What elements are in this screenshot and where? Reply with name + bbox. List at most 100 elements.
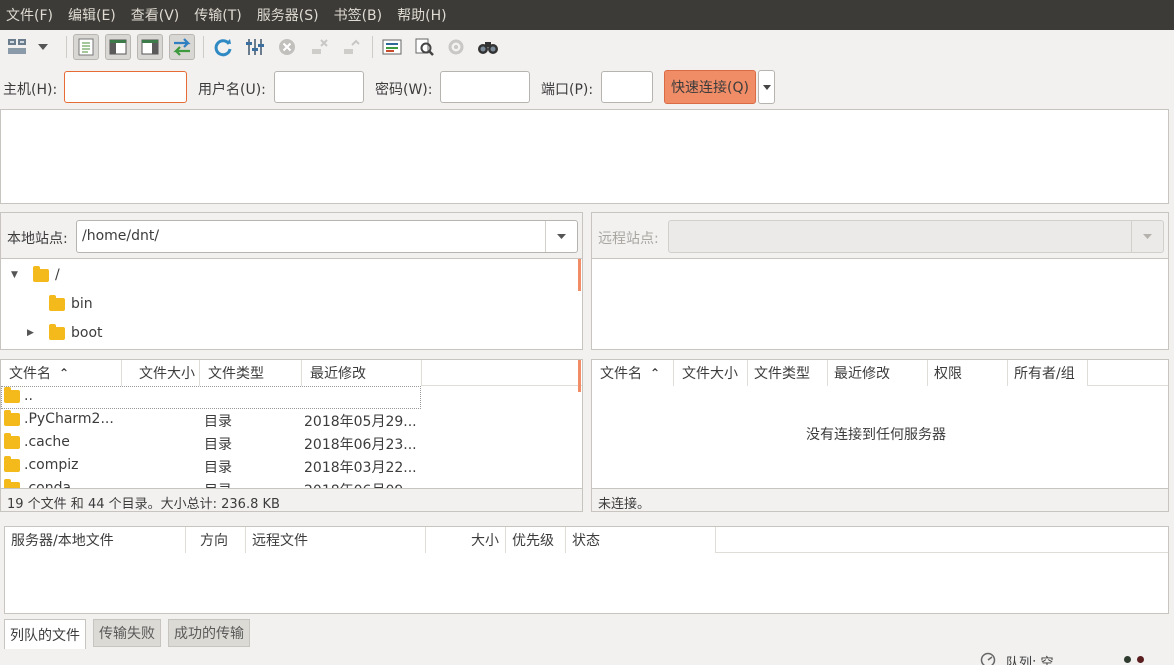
expander-icon[interactable]: ▼ [11, 270, 33, 280]
chevron-down-icon [762, 84, 771, 90]
column-header-filename[interactable]: 文件名 ⌃ [1, 360, 122, 386]
remote-status-bar: 未连接。 [591, 489, 1169, 512]
toolbar-separator [372, 36, 373, 58]
quickconnect-button[interactable]: 快速连接(Q) [664, 70, 756, 104]
local-tree[interactable]: ▼ / bin ▶ boot [0, 258, 583, 350]
remote-list-header: 文件名 ⌃ 文件大小 文件类型 最近修改 权限 所有者/组 [592, 360, 1168, 386]
menu-view[interactable]: 查看(V) [131, 5, 180, 25]
remote-tree[interactable] [591, 258, 1169, 350]
folder-icon [4, 433, 20, 449]
remote-file-list[interactable]: 文件名 ⌃ 文件大小 文件类型 最近修改 权限 所有者/组 没有连接到任何服务器 [591, 359, 1169, 489]
toolbar-separator [203, 36, 204, 58]
local-status-bar: 19 个文件 和 44 个目录。大小总计: 236.8 KB [0, 489, 583, 512]
column-header-size[interactable]: 大小 [426, 527, 506, 553]
port-input[interactable] [601, 71, 653, 103]
column-header-filetype[interactable]: 文件类型 [748, 360, 828, 386]
column-header-owner-group[interactable]: 所有者/组 [1008, 360, 1088, 386]
column-header-modified[interactable]: 最近修改 [302, 360, 422, 386]
tab-successful-transfers[interactable]: 成功的传输 [168, 619, 250, 647]
scrollbar-indicator[interactable] [578, 259, 581, 291]
dropdown-arrow-icon[interactable] [36, 34, 50, 60]
sort-ascending-icon: ⌃ [59, 366, 70, 380]
file-name: .cache [24, 434, 70, 450]
column-header-filesize[interactable]: 文件大小 [674, 360, 748, 386]
menu-server[interactable]: 服务器(S) [257, 5, 319, 25]
column-header-server-local-file[interactable]: 服务器/本地文件 [5, 527, 186, 553]
file-modified: 2018年05月29... [304, 414, 417, 430]
tab-queued-files[interactable]: 列队的文件 [4, 619, 86, 649]
file-modified: 2018年06月09... [304, 480, 417, 488]
password-input[interactable] [440, 71, 530, 103]
host-input[interactable] [64, 71, 187, 103]
column-header-filesize[interactable]: 文件大小 [122, 360, 200, 386]
local-path-combo[interactable]: /home/dnt/ [76, 220, 578, 253]
remote-site-bar: 远程站点: [591, 212, 1169, 258]
column-header-filename[interactable]: 文件名 ⌃ [592, 360, 674, 386]
table-row[interactable]: .compiz 目录 2018年03月22... [1, 455, 421, 478]
table-row[interactable]: .PyCharm2... 目录 2018年05月29... [1, 409, 421, 432]
quickconnect-bar: 主机(H): 用户名(U): 密码(W): 端口(P): 快速连接(Q) [0, 66, 1170, 106]
folder-icon [4, 387, 20, 403]
reconnect-icon[interactable] [338, 34, 364, 60]
table-row[interactable]: .conda 目录 2018年06月09... [1, 478, 421, 489]
refresh-icon[interactable] [210, 34, 236, 60]
menu-help[interactable]: 帮助(H) [397, 5, 446, 25]
local-site-bar: 本地站点: /home/dnt/ [0, 212, 583, 258]
chevron-down-icon [557, 234, 566, 239]
upload-led-icon [1124, 656, 1131, 663]
sync-browse-icon[interactable] [443, 34, 469, 60]
filter-icon[interactable] [379, 34, 405, 60]
compare-icon[interactable] [411, 34, 437, 60]
tab-failed-transfers[interactable]: 传输失败 [93, 619, 161, 647]
remote-path-combo[interactable] [668, 220, 1164, 253]
column-header-direction[interactable]: 方向 [186, 527, 246, 553]
expander-icon[interactable]: ▶ [27, 328, 49, 338]
sort-ascending-icon: ⌃ [650, 366, 661, 380]
column-header-permissions[interactable]: 权限 [928, 360, 1008, 386]
remote-tree-toggle-icon[interactable] [137, 34, 163, 60]
tree-item[interactable]: bin [27, 294, 93, 314]
file-type: 目录 [204, 480, 232, 488]
menu-bookmarks[interactable]: 书签(B) [334, 5, 383, 25]
file-modified: 2018年03月22... [304, 460, 417, 476]
remote-path-dropdown[interactable] [1131, 221, 1163, 252]
quickconnect-dropdown[interactable] [758, 70, 775, 104]
username-input[interactable] [274, 71, 364, 103]
column-header-remote-file[interactable]: 远程文件 [246, 527, 426, 553]
table-row[interactable]: .cache 目录 2018年06月23... [1, 432, 421, 455]
local-path-dropdown[interactable] [545, 221, 577, 252]
queue-header: 服务器/本地文件 方向 远程文件 大小 优先级 状态 [5, 527, 1168, 553]
queue-status-text: 队列: 空 [1006, 656, 1054, 665]
column-header-status[interactable]: 状态 [566, 527, 716, 553]
transfer-queue[interactable]: 服务器/本地文件 方向 远程文件 大小 优先级 状态 [4, 526, 1169, 614]
folder-icon [4, 410, 20, 426]
column-header-priority[interactable]: 优先级 [506, 527, 566, 553]
message-log[interactable] [0, 109, 1169, 204]
tree-item[interactable]: ▶ boot [27, 323, 103, 343]
menu-transfer[interactable]: 传输(T) [194, 5, 241, 25]
file-type: 目录 [204, 437, 232, 453]
search-icon[interactable] [475, 34, 501, 60]
column-header-modified[interactable]: 最近修改 [828, 360, 928, 386]
transfer-queue-toggle-icon[interactable] [169, 34, 195, 60]
menu-edit[interactable]: 编辑(E) [68, 5, 116, 25]
scrollbar-indicator[interactable] [578, 360, 581, 392]
tree-item[interactable]: ▼ / [11, 265, 60, 285]
folder-icon [33, 265, 49, 282]
local-file-list[interactable]: 文件名 ⌃ 文件大小 文件类型 最近修改 .. .PyCharm2... 目录 … [0, 359, 583, 489]
menu-bar: 文件(F) 编辑(E) 查看(V) 传输(T) 服务器(S) 书签(B) 帮助(… [0, 0, 1174, 30]
table-row[interactable]: .. [1, 386, 421, 409]
folder-icon [49, 323, 65, 340]
message-log-toggle-icon[interactable] [73, 34, 99, 60]
process-queue-icon[interactable] [242, 34, 268, 60]
cancel-icon[interactable] [274, 34, 300, 60]
column-header-filetype[interactable]: 文件类型 [200, 360, 302, 386]
toolbar-separator [66, 36, 67, 58]
speed-limit-icon[interactable] [980, 652, 996, 665]
site-manager-icon[interactable] [4, 34, 30, 60]
disconnect-icon[interactable] [306, 34, 332, 60]
username-label: 用户名(U): [198, 82, 266, 98]
menu-file[interactable]: 文件(F) [6, 5, 53, 25]
file-name: .conda [24, 480, 72, 489]
local-tree-toggle-icon[interactable] [105, 34, 131, 60]
